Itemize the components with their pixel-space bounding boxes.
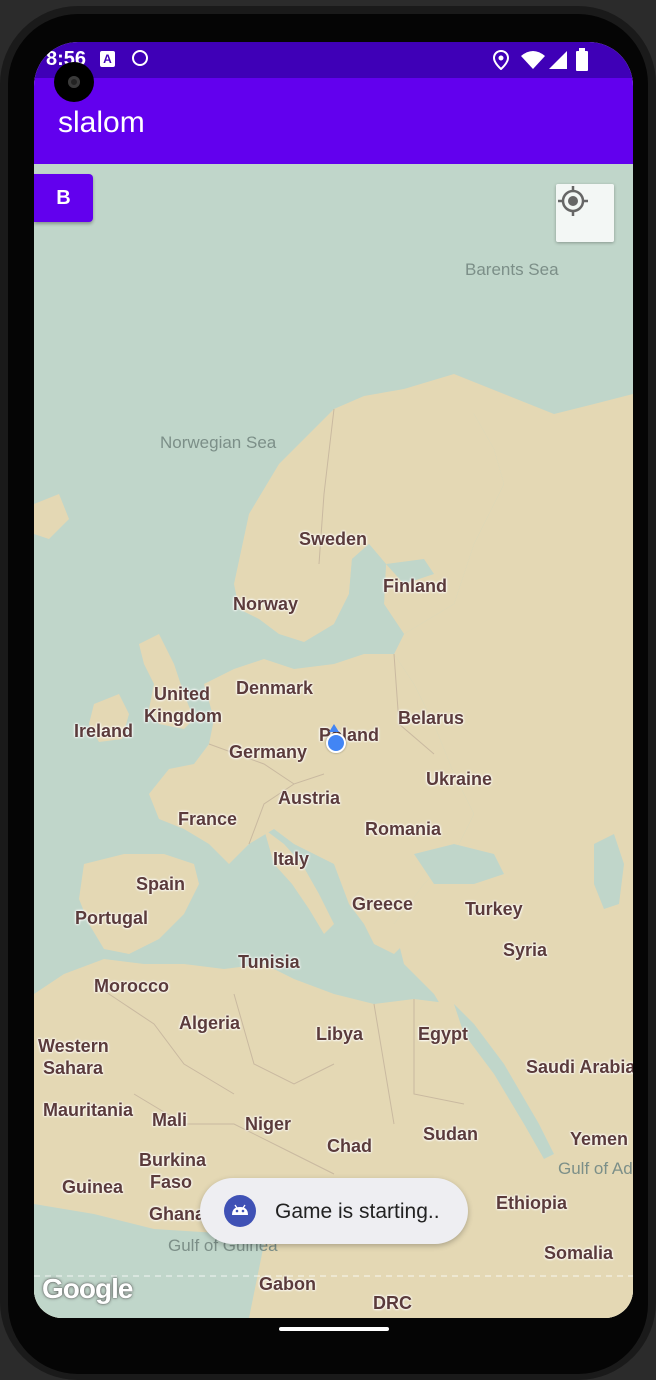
gesture-nav-handle[interactable] — [279, 1327, 389, 1331]
map-country-label: Gabon — [259, 1274, 316, 1294]
google-logo: Google — [42, 1273, 133, 1304]
map-country-label: Burkina — [139, 1150, 207, 1170]
app-title: slalom — [58, 106, 145, 139]
location-direction-arrow — [329, 724, 339, 732]
map-country-label: Sudan — [423, 1124, 479, 1144]
map-sea-label: Gulf of Aden — [558, 1159, 633, 1178]
map-country-label: DRC — [373, 1293, 412, 1313]
map-country-label: Ethiopia — [496, 1193, 567, 1213]
battery-icon — [576, 48, 588, 71]
map-sea-label: Norwegian Sea — [160, 433, 277, 452]
location-icon — [493, 50, 509, 70]
map-country-label: Kingdom — [144, 706, 222, 726]
toast-message: Game is starting.. — [275, 1200, 440, 1223]
phone-screen: 8:56 A slalom Sweden Finland Norway Unit… — [34, 42, 633, 1318]
map-country-label: Mauritania — [43, 1100, 134, 1120]
map-country-label: Tunisia — [238, 952, 300, 972]
map-country-label: Libya — [316, 1024, 364, 1044]
android-app-icon — [224, 1195, 256, 1227]
map-country-label: Ghana — [149, 1204, 206, 1224]
my-location-icon — [558, 186, 588, 216]
map-country-label: Italy — [273, 849, 310, 869]
map-country-label: Guinea — [62, 1177, 124, 1197]
map-country-label: Niger — [245, 1114, 292, 1134]
current-location-dot — [326, 733, 346, 753]
map-country-label: Germany — [229, 742, 308, 762]
map-view[interactable]: Sweden Finland Norway United Kingdom Denmark I… — [34, 164, 633, 1318]
map-country-label: Syria — [503, 940, 548, 960]
map-country-label: Greece — [352, 894, 414, 914]
map-country-label: Chad — [327, 1136, 372, 1156]
map-country-label: Morocco — [94, 976, 170, 996]
keyboard-notification-icon: A — [100, 51, 115, 67]
map-country-label: Egypt — [418, 1024, 469, 1044]
app-bar: slalom — [34, 78, 633, 164]
map-country-label: United — [154, 684, 210, 704]
map-country-label: Denmark — [236, 678, 314, 698]
map-country-label: France — [178, 809, 238, 829]
my-location-button[interactable] — [556, 184, 614, 242]
map-country-label: Algeria — [179, 1013, 241, 1033]
map-country-label: Yemen — [570, 1129, 629, 1149]
map-country-label: Belarus — [398, 708, 465, 728]
map-country-label: Austria — [278, 788, 341, 808]
toast: Game is starting.. — [200, 1178, 468, 1244]
map-country-label: Norway — [233, 594, 299, 614]
front-camera — [54, 62, 94, 102]
status-bar: 8:56 A — [34, 42, 633, 78]
map-country-label: Finland — [383, 576, 447, 596]
map-country-label: Mali — [152, 1110, 188, 1130]
notification-icon — [132, 50, 148, 66]
map-country-label: Western — [38, 1036, 109, 1056]
map-country-label: Ukraine — [426, 769, 493, 789]
map-country-label: Sweden — [299, 529, 368, 549]
cellular-signal-icon — [549, 51, 567, 69]
map-country-label: Saudi Arabia — [526, 1057, 633, 1077]
map-country-label: Romania — [365, 819, 442, 839]
map-country-label: Spain — [136, 874, 186, 894]
map-country-label: Somalia — [544, 1243, 614, 1263]
map-country-label: Sahara — [43, 1058, 104, 1078]
wifi-icon — [521, 51, 545, 69]
b-button[interactable]: B — [34, 174, 93, 222]
map-country-label: Turkey — [465, 899, 523, 919]
map-country-label: Faso — [150, 1172, 193, 1192]
map-sea-label: Barents Sea — [465, 260, 559, 279]
map-country-label: Ireland — [74, 721, 134, 741]
map-country-label: Portugal — [75, 908, 149, 928]
